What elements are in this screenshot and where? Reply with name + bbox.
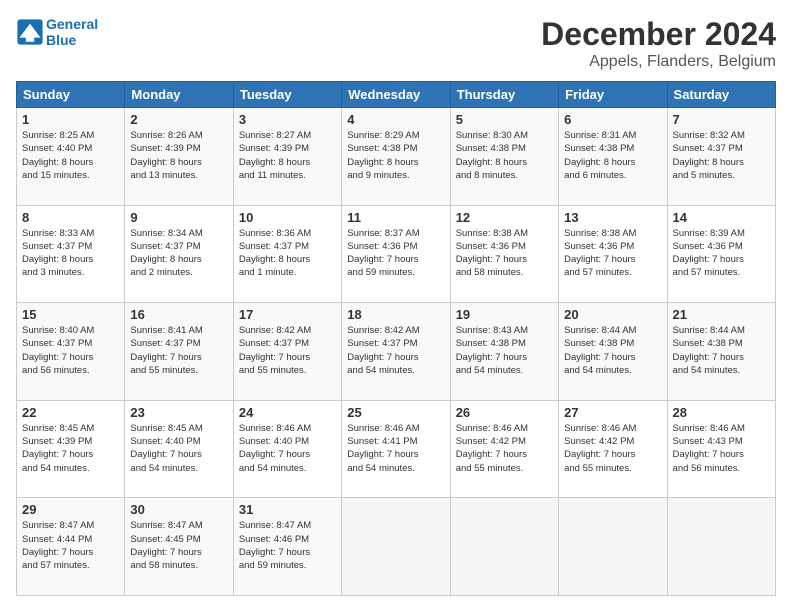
calendar-page: General Blue December 2024 Appels, Fland… xyxy=(0,0,792,612)
table-row xyxy=(342,498,450,596)
week-row: 22Sunrise: 8:45 AMSunset: 4:39 PMDayligh… xyxy=(17,400,776,498)
table-row: 4Sunrise: 8:29 AMSunset: 4:38 PMDaylight… xyxy=(342,108,450,206)
col-monday: Monday xyxy=(125,82,233,108)
table-row: 16Sunrise: 8:41 AMSunset: 4:37 PMDayligh… xyxy=(125,303,233,401)
table-row: 7Sunrise: 8:32 AMSunset: 4:37 PMDaylight… xyxy=(667,108,775,206)
week-row: 29Sunrise: 8:47 AMSunset: 4:44 PMDayligh… xyxy=(17,498,776,596)
table-row: 10Sunrise: 8:36 AMSunset: 4:37 PMDayligh… xyxy=(233,205,341,303)
table-row: 23Sunrise: 8:45 AMSunset: 4:40 PMDayligh… xyxy=(125,400,233,498)
table-row: 17Sunrise: 8:42 AMSunset: 4:37 PMDayligh… xyxy=(233,303,341,401)
table-row xyxy=(450,498,558,596)
table-row: 27Sunrise: 8:46 AMSunset: 4:42 PMDayligh… xyxy=(559,400,667,498)
title-section: December 2024 Appels, Flanders, Belgium xyxy=(541,16,776,71)
table-row: 28Sunrise: 8:46 AMSunset: 4:43 PMDayligh… xyxy=(667,400,775,498)
table-row: 30Sunrise: 8:47 AMSunset: 4:45 PMDayligh… xyxy=(125,498,233,596)
table-row: 14Sunrise: 8:39 AMSunset: 4:36 PMDayligh… xyxy=(667,205,775,303)
main-title: December 2024 xyxy=(541,16,776,53)
week-row: 1Sunrise: 8:25 AMSunset: 4:40 PMDaylight… xyxy=(17,108,776,206)
table-row xyxy=(667,498,775,596)
col-sunday: Sunday xyxy=(17,82,125,108)
table-row: 3Sunrise: 8:27 AMSunset: 4:39 PMDaylight… xyxy=(233,108,341,206)
table-row: 21Sunrise: 8:44 AMSunset: 4:38 PMDayligh… xyxy=(667,303,775,401)
logo: General Blue xyxy=(16,16,98,48)
logo-icon xyxy=(16,18,44,46)
table-row: 22Sunrise: 8:45 AMSunset: 4:39 PMDayligh… xyxy=(17,400,125,498)
table-row: 6Sunrise: 8:31 AMSunset: 4:38 PMDaylight… xyxy=(559,108,667,206)
table-row: 12Sunrise: 8:38 AMSunset: 4:36 PMDayligh… xyxy=(450,205,558,303)
col-tuesday: Tuesday xyxy=(233,82,341,108)
calendar-table: Sunday Monday Tuesday Wednesday Thursday… xyxy=(16,81,776,596)
week-row: 8Sunrise: 8:33 AMSunset: 4:37 PMDaylight… xyxy=(17,205,776,303)
logo-text: General Blue xyxy=(46,16,98,48)
header-row: Sunday Monday Tuesday Wednesday Thursday… xyxy=(17,82,776,108)
table-row: 18Sunrise: 8:42 AMSunset: 4:37 PMDayligh… xyxy=(342,303,450,401)
table-row: 20Sunrise: 8:44 AMSunset: 4:38 PMDayligh… xyxy=(559,303,667,401)
table-row: 5Sunrise: 8:30 AMSunset: 4:38 PMDaylight… xyxy=(450,108,558,206)
col-wednesday: Wednesday xyxy=(342,82,450,108)
table-row xyxy=(559,498,667,596)
week-row: 15Sunrise: 8:40 AMSunset: 4:37 PMDayligh… xyxy=(17,303,776,401)
table-row: 25Sunrise: 8:46 AMSunset: 4:41 PMDayligh… xyxy=(342,400,450,498)
col-thursday: Thursday xyxy=(450,82,558,108)
table-row: 26Sunrise: 8:46 AMSunset: 4:42 PMDayligh… xyxy=(450,400,558,498)
table-row: 29Sunrise: 8:47 AMSunset: 4:44 PMDayligh… xyxy=(17,498,125,596)
table-row: 8Sunrise: 8:33 AMSunset: 4:37 PMDaylight… xyxy=(17,205,125,303)
table-row: 15Sunrise: 8:40 AMSunset: 4:37 PMDayligh… xyxy=(17,303,125,401)
table-row: 24Sunrise: 8:46 AMSunset: 4:40 PMDayligh… xyxy=(233,400,341,498)
subtitle: Appels, Flanders, Belgium xyxy=(541,53,776,71)
table-row: 13Sunrise: 8:38 AMSunset: 4:36 PMDayligh… xyxy=(559,205,667,303)
table-row: 2Sunrise: 8:26 AMSunset: 4:39 PMDaylight… xyxy=(125,108,233,206)
table-row: 9Sunrise: 8:34 AMSunset: 4:37 PMDaylight… xyxy=(125,205,233,303)
col-friday: Friday xyxy=(559,82,667,108)
table-row: 19Sunrise: 8:43 AMSunset: 4:38 PMDayligh… xyxy=(450,303,558,401)
header: General Blue December 2024 Appels, Fland… xyxy=(16,16,776,71)
table-row: 11Sunrise: 8:37 AMSunset: 4:36 PMDayligh… xyxy=(342,205,450,303)
col-saturday: Saturday xyxy=(667,82,775,108)
table-row: 31Sunrise: 8:47 AMSunset: 4:46 PMDayligh… xyxy=(233,498,341,596)
table-row: 1Sunrise: 8:25 AMSunset: 4:40 PMDaylight… xyxy=(17,108,125,206)
calendar-body: 1Sunrise: 8:25 AMSunset: 4:40 PMDaylight… xyxy=(17,108,776,596)
